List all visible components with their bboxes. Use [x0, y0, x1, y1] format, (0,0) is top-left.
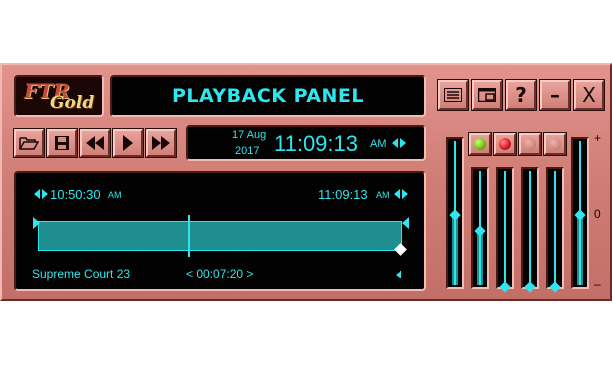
green-led-button[interactable] — [469, 133, 491, 155]
level-zero-label: 0 — [594, 207, 601, 221]
playback-panel-window: FTR Gold PLAYBACK PANEL ? – X 17 Aug 201… — [0, 63, 612, 301]
end-back-arrow-icon — [394, 189, 400, 199]
help-button[interactable]: ? — [506, 80, 536, 110]
off-led-icon — [524, 138, 536, 150]
green-led-icon — [474, 138, 486, 150]
close-button[interactable]: X — [574, 80, 604, 110]
rewind-icon — [86, 136, 104, 150]
room-name: Supreme Court 23 — [32, 267, 131, 281]
page-title: PLAYBACK PANEL — [171, 85, 365, 107]
fast-forward-button[interactable] — [146, 129, 176, 157]
slider-line — [529, 171, 531, 285]
master-left-slider[interactable] — [446, 137, 464, 289]
slider-line — [504, 171, 506, 285]
menu-button[interactable] — [438, 80, 468, 110]
restore-window-button[interactable] — [472, 80, 502, 110]
off-led-button-2[interactable] — [544, 133, 566, 155]
open-button[interactable] — [14, 129, 44, 157]
clock-date-year: 2017 — [235, 145, 260, 157]
channel-3-slider[interactable] — [521, 167, 539, 293]
off-led-icon — [549, 138, 561, 150]
disk-save-icon — [55, 136, 69, 150]
end-time: 11:09:13 — [318, 187, 368, 202]
start-back-arrow-icon — [34, 189, 40, 199]
play-button[interactable] — [113, 129, 143, 157]
folder-open-icon — [19, 137, 39, 150]
timeline-bar[interactable] — [38, 221, 402, 251]
clock-display: 17 Aug 2017 11:09:13 AM — [186, 125, 426, 161]
help-icon: ? — [515, 83, 527, 107]
slider-knob[interactable] — [549, 281, 561, 293]
channel-2-slider[interactable] — [496, 167, 514, 293]
slider-knob[interactable] — [499, 281, 511, 293]
duration-display[interactable]: < 00:07:20 > — [186, 267, 253, 281]
end-time-adjust[interactable] — [394, 189, 410, 201]
level-minus-label: – — [594, 277, 601, 291]
master-right-slider[interactable] — [571, 137, 589, 289]
clock-ampm: AM — [370, 138, 387, 150]
ftr-gold-logo: FTR Gold — [14, 75, 104, 117]
timeline-display: 10:50:30 AM 11:09:13 AM Supreme Court 23… — [14, 171, 426, 291]
timeline-end-marker[interactable] — [402, 217, 409, 229]
start-time-adjust[interactable] — [34, 189, 50, 201]
start-forward-arrow-icon — [42, 189, 48, 199]
logo-text-gold: Gold — [50, 93, 95, 113]
channel-4-slider[interactable] — [546, 167, 564, 293]
level-plus-label: + — [594, 131, 602, 145]
slider-knob[interactable] — [524, 281, 536, 293]
clock-date-day: 17 Aug — [232, 129, 267, 141]
title-display: PLAYBACK PANEL — [110, 75, 426, 117]
window-restore-icon — [478, 88, 496, 102]
end-ampm: AM — [376, 190, 390, 200]
clock-back-arrow-icon — [392, 138, 398, 148]
menu-list-icon — [444, 88, 462, 102]
red-led-button[interactable] — [494, 133, 516, 155]
close-icon: X — [582, 83, 596, 107]
fast-forward-icon — [152, 136, 170, 150]
start-time: 10:50:30 — [50, 187, 101, 202]
clock-adjust-control[interactable] — [392, 138, 408, 150]
channel-1-slider[interactable] — [471, 167, 489, 289]
rewind-button[interactable] — [80, 129, 110, 157]
start-ampm: AM — [108, 190, 122, 200]
end-forward-arrow-icon — [402, 189, 408, 199]
save-button[interactable] — [47, 129, 77, 157]
play-icon — [123, 135, 133, 151]
slider-line — [554, 171, 556, 285]
timeline-start-marker[interactable] — [33, 217, 40, 229]
minimize-icon: – — [550, 83, 560, 107]
clock-time: 11:09:13 — [274, 131, 359, 156]
clock-forward-arrow-icon — [400, 138, 406, 148]
off-led-button-1[interactable] — [519, 133, 541, 155]
jump-to-end-icon[interactable] — [396, 271, 401, 278]
timeline-playhead[interactable] — [188, 215, 190, 257]
red-led-icon — [499, 138, 511, 150]
minimize-button[interactable]: – — [540, 80, 570, 110]
